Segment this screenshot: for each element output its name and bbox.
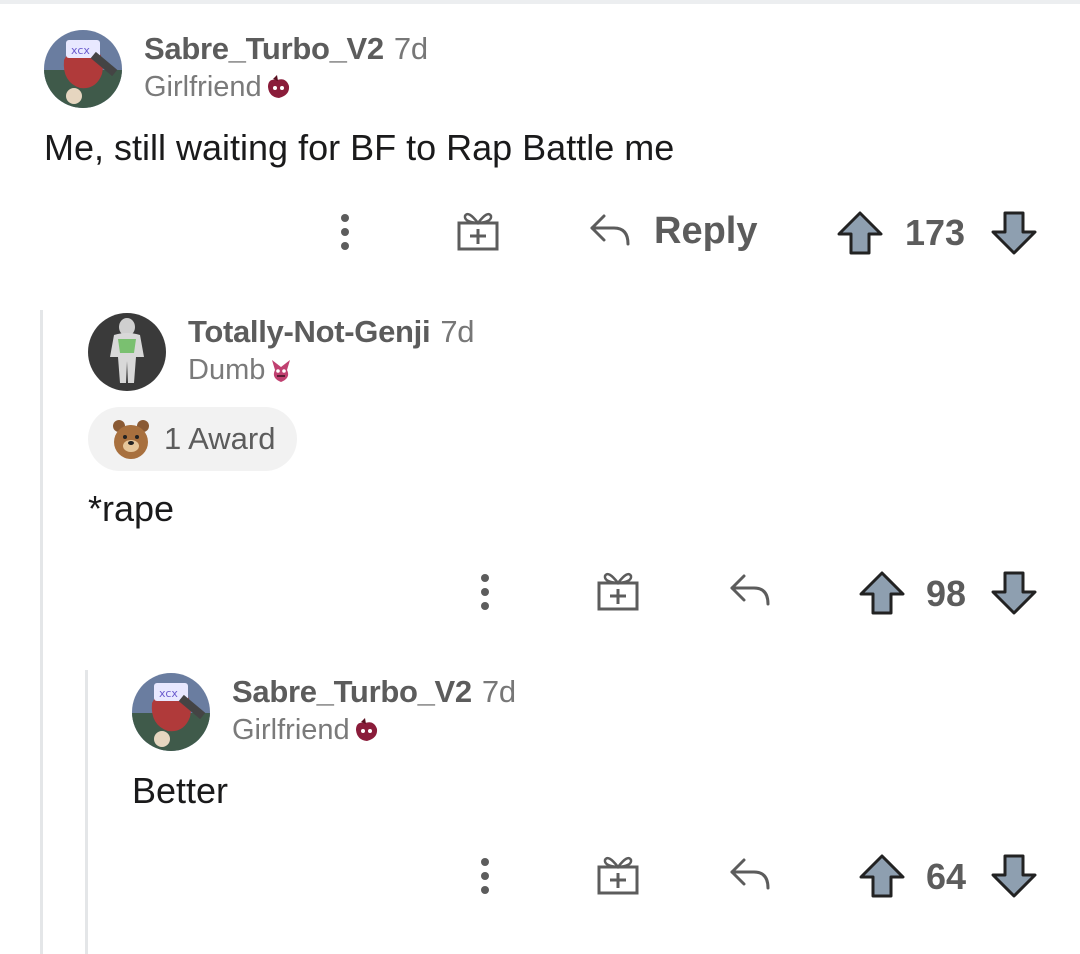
gift-award-icon[interactable] — [596, 570, 640, 612]
svg-text:xcx: xcx — [71, 44, 90, 57]
award-badge[interactable]: 1 Award — [88, 407, 298, 471]
vote-score: 64 — [926, 856, 967, 897]
comment-body: Me, still waiting for BF to Rap Battle m… — [44, 127, 675, 168]
top-divider — [0, 0, 1080, 4]
thread-line-level-2[interactable] — [85, 670, 88, 954]
svg-text:xcx: xcx — [159, 687, 178, 700]
comment-body: Better — [132, 770, 229, 811]
award-count: 1 Award — [164, 421, 276, 456]
comment-body: *rape — [88, 488, 175, 529]
gift-award-icon[interactable] — [596, 854, 640, 896]
upvote-icon[interactable] — [858, 853, 906, 899]
username[interactable]: Sabre_Turbo_V2 7d — [144, 31, 428, 67]
avatar[interactable]: xcx — [44, 30, 122, 108]
upvote-icon[interactable] — [836, 210, 884, 256]
flair-text: Girlfriend — [144, 71, 262, 103]
more-options-icon[interactable] — [472, 572, 498, 612]
reply-icon[interactable] — [728, 856, 772, 892]
downvote-icon[interactable] — [990, 210, 1038, 256]
username[interactable]: Sabre_Turbo_V2 7d — [232, 674, 516, 710]
reply-button[interactable]: Reply — [654, 210, 757, 253]
downvote-icon[interactable] — [990, 570, 1038, 616]
username[interactable]: Totally-Not-Genji 7d — [188, 314, 475, 350]
flair-text: Girlfriend — [232, 714, 350, 746]
comment-age: 7d — [393, 31, 428, 66]
reply-icon[interactable] — [728, 572, 772, 608]
more-options-icon[interactable] — [332, 212, 358, 252]
more-options-icon[interactable] — [472, 856, 498, 896]
gift-award-icon[interactable] — [456, 210, 500, 252]
user-flair: Dumb — [188, 354, 295, 387]
reply-icon[interactable] — [588, 212, 632, 248]
user-flair: Girlfriend — [144, 71, 292, 104]
comment-age: 7d — [481, 674, 516, 709]
bear-award-icon — [113, 420, 149, 459]
girlfriend-flair-icon — [355, 717, 377, 741]
downvote-icon[interactable] — [990, 853, 1038, 899]
flair-text: Dumb — [188, 354, 266, 386]
dumb-flair-icon — [272, 359, 291, 382]
avatar[interactable] — [88, 313, 166, 391]
girlfriend-flair-icon — [267, 74, 289, 98]
thread-line-level-1[interactable] — [40, 310, 43, 954]
comment-age: 7d — [440, 314, 475, 349]
vote-score: 98 — [926, 573, 967, 614]
user-flair: Girlfriend — [232, 714, 380, 747]
avatar[interactable]: xcx — [132, 673, 210, 751]
upvote-icon[interactable] — [858, 570, 906, 616]
vote-score: 173 — [905, 212, 966, 253]
